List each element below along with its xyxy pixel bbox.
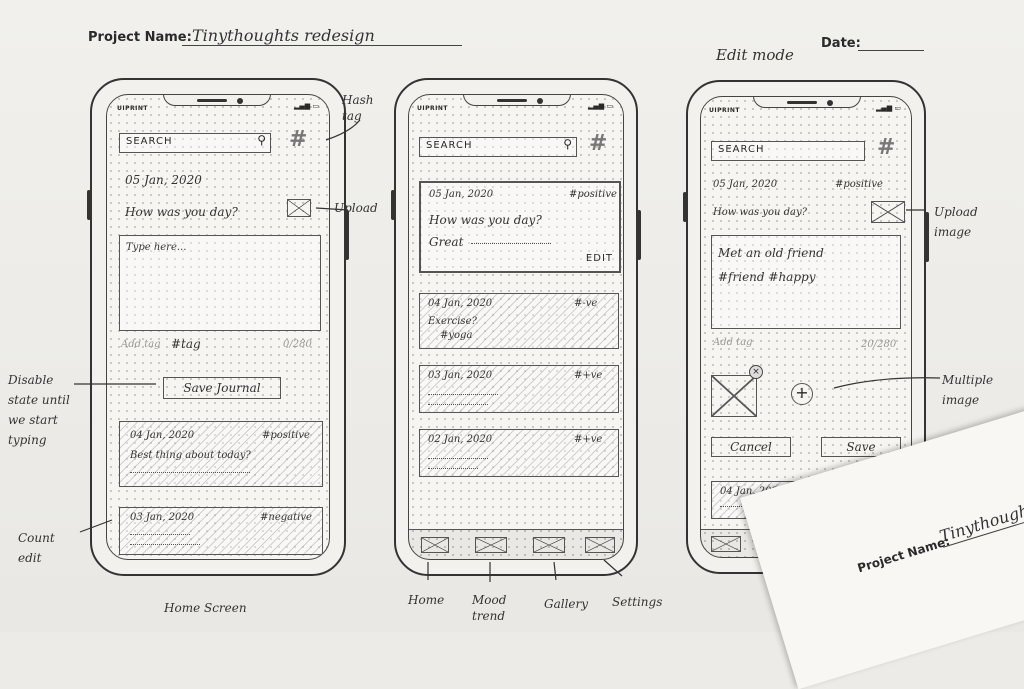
- annotation-disable-state: Disable state until we start typing: [8, 373, 70, 447]
- annotation-settings: Settings: [612, 595, 663, 609]
- annotation-home: Home: [408, 593, 445, 607]
- annotation-count-edit: Count edit: [18, 531, 55, 565]
- annotation-gallery: Gallery: [544, 597, 589, 611]
- annotation-upload: Upload: [334, 201, 378, 215]
- annotation-mood-trend: Mood trend: [472, 593, 507, 623]
- corner-project-label: Project Name:: [855, 533, 952, 576]
- annotation-upload-image: Upload image: [934, 205, 978, 239]
- annotation-hashtag: Hash tag: [342, 93, 374, 123]
- corner-project-value: Tinythoughts: [937, 496, 1024, 546]
- annotation-home-screen: Home Screen: [164, 601, 247, 615]
- annotation-multiple-image: Multiple image: [942, 373, 994, 407]
